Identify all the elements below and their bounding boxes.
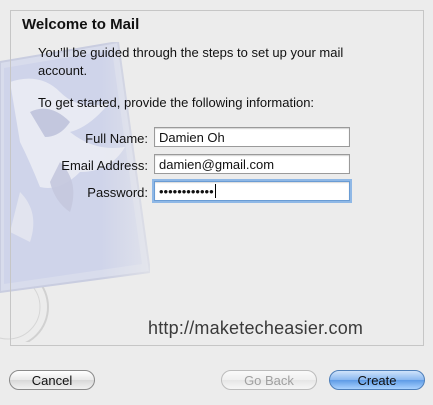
- password-row: Password: ••••••••••••: [0, 181, 433, 203]
- watermark-url: http://maketecheasier.com: [148, 318, 364, 338]
- email-row: Email Address: damien@gmail.com: [0, 154, 433, 176]
- intro-text: You’ll be guided through the steps to se…: [38, 45, 344, 78]
- create-button[interactable]: Create: [329, 370, 425, 390]
- mail-setup-window: Welcome to Mail You’ll be guided through…: [0, 0, 433, 405]
- email-field[interactable]: damien@gmail.com: [154, 154, 350, 174]
- full-name-field[interactable]: Damien Oh: [154, 127, 350, 147]
- dialog-title: Welcome to Mail: [22, 16, 140, 33]
- password-field[interactable]: ••••••••••••: [154, 181, 350, 201]
- prompt-text: To get started, provide the following in…: [38, 95, 315, 110]
- password-dots: ••••••••••••: [159, 184, 214, 199]
- email-label: Email Address:: [61, 158, 148, 173]
- password-label: Password:: [87, 185, 148, 200]
- cancel-button[interactable]: Cancel: [9, 370, 95, 390]
- text-cursor: [214, 184, 216, 198]
- go-back-button[interactable]: Go Back: [221, 370, 317, 390]
- full-name-label: Full Name:: [85, 131, 148, 146]
- full-name-row: Full Name: Damien Oh: [0, 127, 433, 149]
